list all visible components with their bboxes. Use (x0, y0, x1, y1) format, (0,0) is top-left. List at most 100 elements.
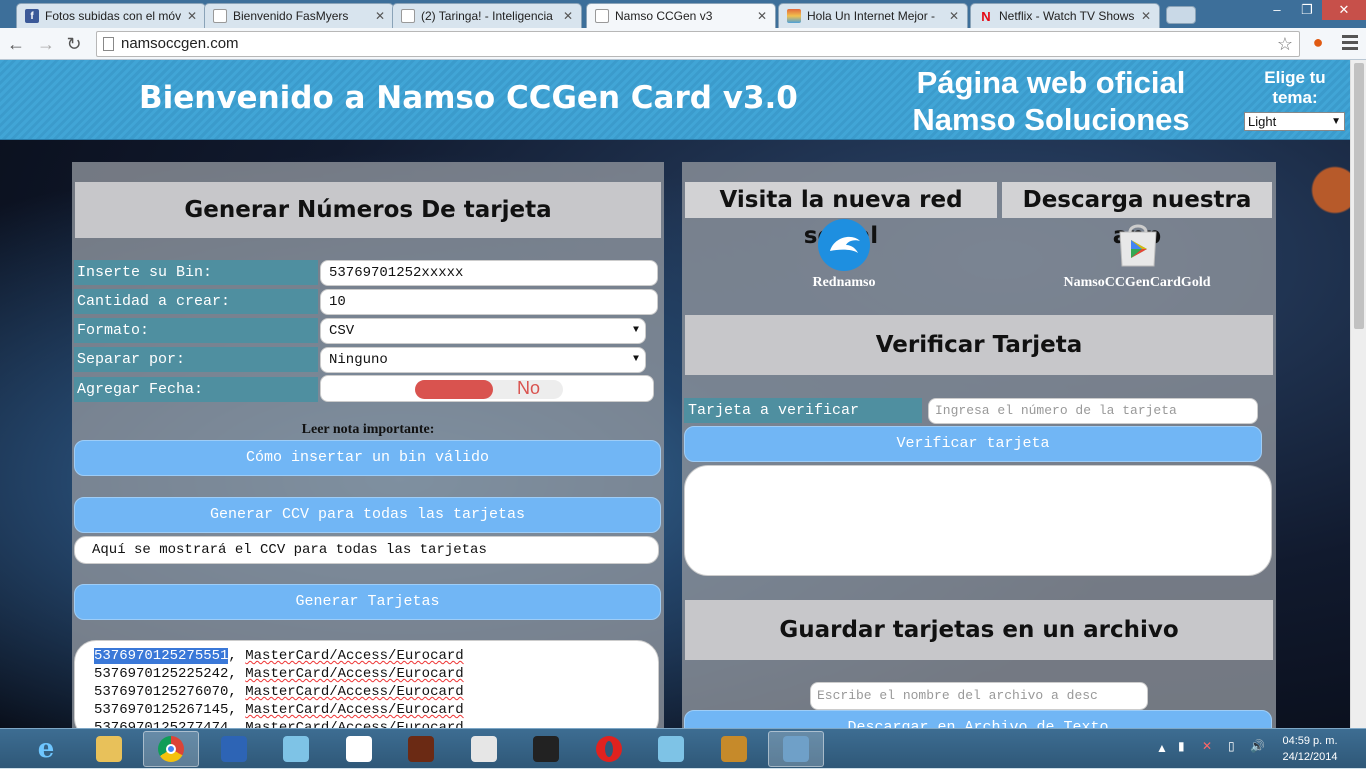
verify-result-area[interactable] (684, 465, 1272, 576)
separator-select[interactable]: Ninguno ▼ (320, 347, 646, 373)
card-number: 5376970125275551 (94, 648, 229, 664)
network-error-icon[interactable]: ✕ (1202, 739, 1212, 753)
forward-icon[interactable]: → (34, 32, 58, 56)
ccv-output[interactable]: Aquí se mostrará el CCV para todas las t… (74, 536, 659, 564)
card-line: 5376970125276070, MasterCard/Access/Euro… (94, 684, 464, 700)
star-icon[interactable]: ☆ (1277, 32, 1293, 56)
taskbar-app-notepad[interactable] (268, 731, 324, 767)
cards-output[interactable]: 5376970125275551, MasterCard/Access/Euro… (74, 640, 659, 728)
volume-icon[interactable]: 🔊 (1250, 739, 1265, 753)
tray-arrow-icon[interactable]: ▲ (1156, 741, 1168, 755)
new-tab-button[interactable] (1166, 6, 1196, 24)
extension-icon[interactable]: ● (1307, 32, 1329, 54)
site-header: Bienvenido a Namso CCGen Card v3.0 Págin… (0, 60, 1350, 140)
taskbar-app-ie[interactable]: e (18, 731, 74, 767)
bin-input[interactable]: 53769701252xxxxx (320, 260, 658, 286)
generate-ccv-button[interactable]: Generar CCV para todas las tarjetas (74, 497, 661, 533)
close-icon[interactable]: ✕ (757, 9, 767, 23)
taskbar-app-photo-viewer[interactable] (768, 731, 824, 767)
close-icon[interactable]: ✕ (563, 9, 573, 23)
close-icon[interactable]: ✕ (187, 9, 197, 23)
close-icon[interactable]: ✕ (375, 9, 385, 23)
taskbar-app-opera[interactable] (581, 731, 637, 767)
verify-card-button[interactable]: Verificar tarjeta (684, 426, 1262, 462)
page-viewport: Bienvenido a Namso CCGen Card v3.0 Págin… (0, 60, 1350, 728)
taskbar-app-console[interactable] (518, 731, 574, 767)
verify-card-input[interactable]: Ingresa el número de la tarjeta (928, 398, 1258, 424)
tab-strip: f Fotos subidas con el móv ✕ Bienvenido … (0, 0, 1366, 28)
netflix-icon: N (981, 8, 991, 24)
separator-value: Ninguno (329, 352, 388, 368)
card-line: 5376970125225242, MasterCard/Access/Euro… (94, 666, 464, 682)
back-icon[interactable]: ← (4, 32, 28, 56)
clock-date: 24/12/2014 (1282, 751, 1338, 763)
taskbar-app-badminton[interactable] (456, 731, 512, 767)
game-character-icon (408, 736, 434, 762)
battery-icon[interactable]: ▯ (1228, 739, 1235, 753)
site-title: Bienvenido a Namso CCGen Card v3.0 (139, 80, 798, 116)
menu-icon[interactable] (1340, 32, 1360, 54)
card-line: 5376970125267145, MasterCard/Access/Euro… (94, 702, 464, 718)
format-value: CSV (329, 323, 355, 339)
date-toggle[interactable]: No (415, 378, 563, 399)
close-icon[interactable]: ✕ (1141, 9, 1151, 23)
hola-icon (787, 9, 801, 23)
card-number: 5376970125267145 (94, 702, 229, 718)
taskbar-app-carrot[interactable] (706, 731, 762, 767)
social-heading: Visita la nueva red social (685, 182, 997, 249)
taskbar-app-pencil-app[interactable] (643, 731, 699, 767)
chevron-down-icon: ▼ (632, 325, 639, 336)
chrome-icon (158, 736, 184, 762)
play-store-icon[interactable] (1114, 222, 1162, 268)
tab-fasmyers[interactable]: Bienvenido FasMyers ✕ (204, 3, 394, 28)
official-site-link[interactable]: Página web oficial Namso Soluciones (906, 64, 1196, 138)
tab-facebook[interactable]: f Fotos subidas con el móv ✕ (16, 3, 206, 28)
generate-cards-button[interactable]: Generar Tarjetas (74, 584, 661, 620)
close-window-button[interactable]: ✕ (1322, 0, 1366, 20)
opera-icon (595, 736, 622, 762)
tab-taringa[interactable]: (2) Taringa! - Inteligencia ✕ (392, 3, 582, 28)
clock-time: 04:59 p. m. (1282, 735, 1338, 747)
tab-namso[interactable]: Namso CCGen v3 ✕ (586, 3, 776, 28)
taskbar-app-chrome[interactable] (143, 731, 199, 767)
signal-icon: ▮ (1178, 739, 1185, 753)
photo-viewer-icon (783, 736, 809, 762)
quantity-input[interactable]: 10 (320, 289, 658, 315)
minimize-button[interactable]: – (1262, 0, 1292, 20)
format-label: Formato: (74, 318, 318, 343)
address-bar[interactable]: namsoccgen.com ☆ (96, 31, 1300, 57)
theme-value: Light (1248, 114, 1277, 129)
clock[interactable]: 04:59 p. m. 24/12/2014 (1270, 733, 1350, 765)
social-caption[interactable]: Rednamso (792, 275, 896, 291)
url-text: namsoccgen.com (121, 35, 239, 52)
howto-bin-button[interactable]: Cómo insertar un bin válido (74, 440, 661, 476)
close-icon[interactable]: ✕ (949, 9, 959, 23)
download-text-button[interactable]: Descargar en Archivo de Texto (684, 710, 1272, 728)
taskbar-app-file-explorer[interactable] (81, 731, 137, 767)
theme-label: Elige tu tema: (1264, 68, 1326, 107)
filename-input[interactable]: Escribe el nombre del archivo a desc (810, 682, 1148, 710)
taskbar-app-maze-app[interactable] (331, 731, 387, 767)
carrot-icon (720, 736, 747, 762)
app-caption[interactable]: NamsoCCGenCardGold (1042, 275, 1232, 291)
date-label: Agregar Fecha: (74, 377, 318, 402)
save-heading: Guardar tarjetas en un archivo (685, 600, 1273, 660)
scroll-thumb[interactable] (1354, 63, 1364, 329)
important-note-link[interactable]: Leer nota importante: (72, 422, 664, 438)
dolphin-icon[interactable] (818, 219, 870, 271)
reload-icon[interactable]: ↻ (62, 32, 86, 56)
page-icon (595, 9, 609, 23)
page-scrollbar[interactable] (1350, 60, 1366, 728)
format-select[interactable]: CSV ▼ (320, 318, 646, 344)
file-explorer-icon (95, 736, 122, 762)
tab-netflix[interactable]: N Netflix - Watch TV Shows ✕ (970, 3, 1160, 28)
theme-select[interactable]: Light ▼ (1244, 112, 1345, 131)
generator-heading: Generar Números De tarjeta (75, 182, 661, 238)
taskbar-app-pen-editor[interactable] (206, 731, 262, 767)
taskbar-app-game-character[interactable] (393, 731, 449, 767)
tab-hola[interactable]: Hola Un Internet Mejor - ✕ (778, 3, 968, 28)
restore-button[interactable]: ❐ (1292, 0, 1322, 20)
generator-panel: Generar Números De tarjeta Inserte su Bi… (72, 162, 664, 728)
card-brand: MasterCard/Access/Eurocard (245, 720, 464, 728)
taskbar: e ▲ ▮ ✕ ▯ 🔊 04:59 p. m. 24/12/2014 (0, 728, 1366, 768)
